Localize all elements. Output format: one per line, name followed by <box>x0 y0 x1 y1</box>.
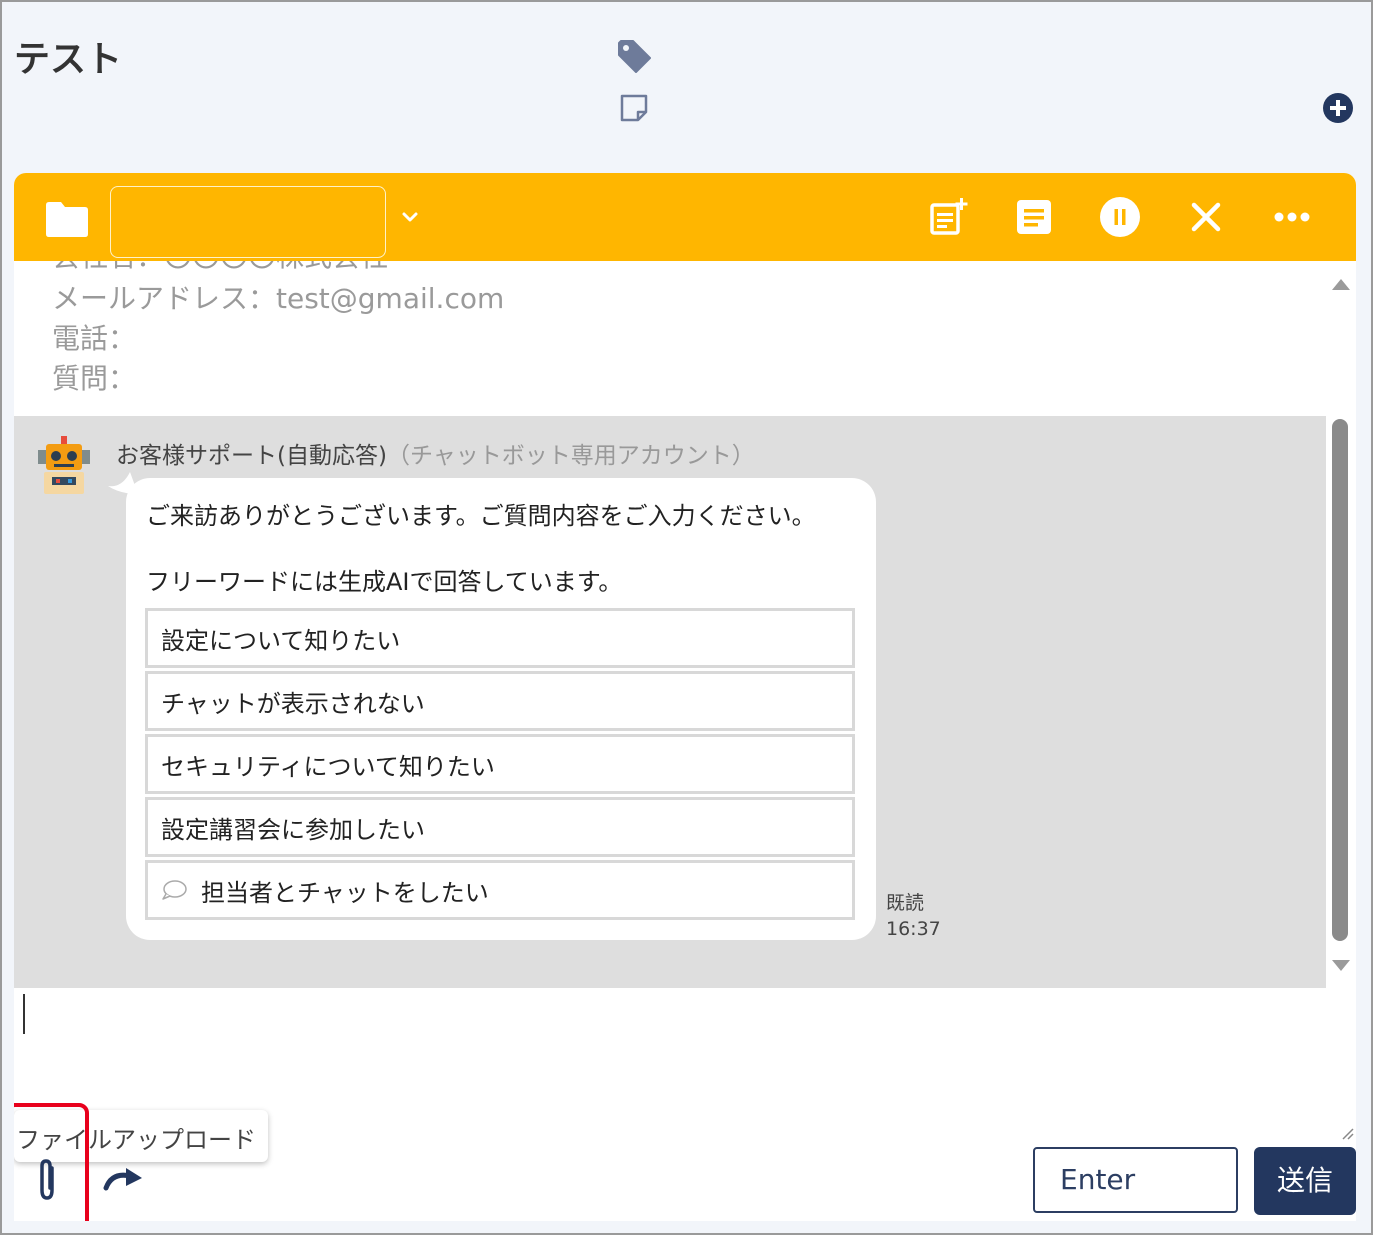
option-label: セキュリティについて知りたい <box>161 752 495 781</box>
info-company: 会社名：〇〇〇〇株式会社 <box>52 261 388 275</box>
message-area: お客様サポート(自動応答)（チャットボット専用アカウント） ご来訪ありがとうござ… <box>14 416 1326 988</box>
resize-handle-icon[interactable] <box>1340 1126 1354 1140</box>
scroll-up-arrow-icon[interactable] <box>1331 277 1351 291</box>
message-input-area[interactable]: ファイルアップロード Enter 送信 <box>14 988 1356 1221</box>
read-status: 既読 16:37 <box>886 890 941 942</box>
quick-reply-options: 設定について知りたい チャットが表示されない セキュリティについて知りたい 設定… <box>145 608 855 923</box>
folder-icon[interactable] <box>44 199 90 239</box>
add-memo-icon[interactable] <box>926 195 970 239</box>
scroll-down-arrow-icon[interactable] <box>1331 959 1351 973</box>
option-seminar[interactable]: 設定講習会に参加したい <box>145 797 855 857</box>
option-label: 設定について知りたい <box>161 626 401 655</box>
message-time: 16:37 <box>886 918 941 940</box>
redo-arrow-icon[interactable] <box>102 1166 148 1196</box>
pause-icon[interactable] <box>1098 195 1142 239</box>
option-settings[interactable]: 設定について知りたい <box>145 608 855 668</box>
chat-name-input[interactable] <box>110 186 386 258</box>
speech-bubble-icon <box>162 880 187 900</box>
chevron-down-icon[interactable] <box>400 207 420 227</box>
scroll-thumb[interactable] <box>1332 419 1348 941</box>
customer-info: 会社名：〇〇〇〇株式会社 メールアドレス：test@gmail.com 電話： … <box>14 261 1326 416</box>
chat-panel: 会社名：〇〇〇〇株式会社 メールアドレス：test@gmail.com 電話： … <box>14 173 1356 1221</box>
sender-name-sub: （チャットボット専用アカウント） <box>386 443 755 469</box>
message-text-1: ご来訪ありがとうございます。ご質問内容をご入力ください。 <box>146 502 816 530</box>
add-circle-icon[interactable] <box>1322 92 1354 124</box>
message-bubble: ご来訪ありがとうございます。ご質問内容をご入力ください。 フリーワードには生成A… <box>126 478 876 940</box>
sender-name: お客様サポート(自動応答)（チャットボット専用アカウント） <box>116 436 755 470</box>
robot-avatar-icon <box>38 436 90 494</box>
info-question: 質問： <box>52 362 137 395</box>
memo-icon[interactable] <box>1012 195 1056 239</box>
text-caret <box>23 994 25 1034</box>
page-title: テスト <box>14 39 123 80</box>
option-label: 担当者とチャットをしたい <box>201 878 489 907</box>
enter-send-toggle[interactable]: Enter <box>1033 1147 1238 1213</box>
chat-toolbar <box>14 173 1356 261</box>
sticky-note-icon[interactable] <box>618 92 650 124</box>
option-label: 設定講習会に参加したい <box>161 815 425 844</box>
attachment-highlight-box <box>14 1103 89 1221</box>
send-button[interactable]: 送信 <box>1254 1147 1356 1215</box>
info-email: メールアドレス：test@gmail.com <box>52 282 505 315</box>
option-talk-to-agent[interactable]: 担当者とチャットをしたい <box>145 860 855 920</box>
option-label: チャットが表示されない <box>161 689 425 718</box>
more-options-icon[interactable] <box>1270 195 1314 239</box>
message-scrollbar[interactable] <box>1326 261 1356 988</box>
option-chat-not-shown[interactable]: チャットが表示されない <box>145 671 855 731</box>
option-security[interactable]: セキュリティについて知りたい <box>145 734 855 794</box>
message-text-2: フリーワードには生成AIで回答しています。 <box>146 568 623 596</box>
info-phone: 電話： <box>52 322 137 355</box>
tag-icon[interactable] <box>616 38 652 74</box>
read-label: 既読 <box>886 892 925 914</box>
close-icon[interactable] <box>1184 195 1228 239</box>
sender-name-main: お客様サポート(自動応答) <box>116 443 387 469</box>
